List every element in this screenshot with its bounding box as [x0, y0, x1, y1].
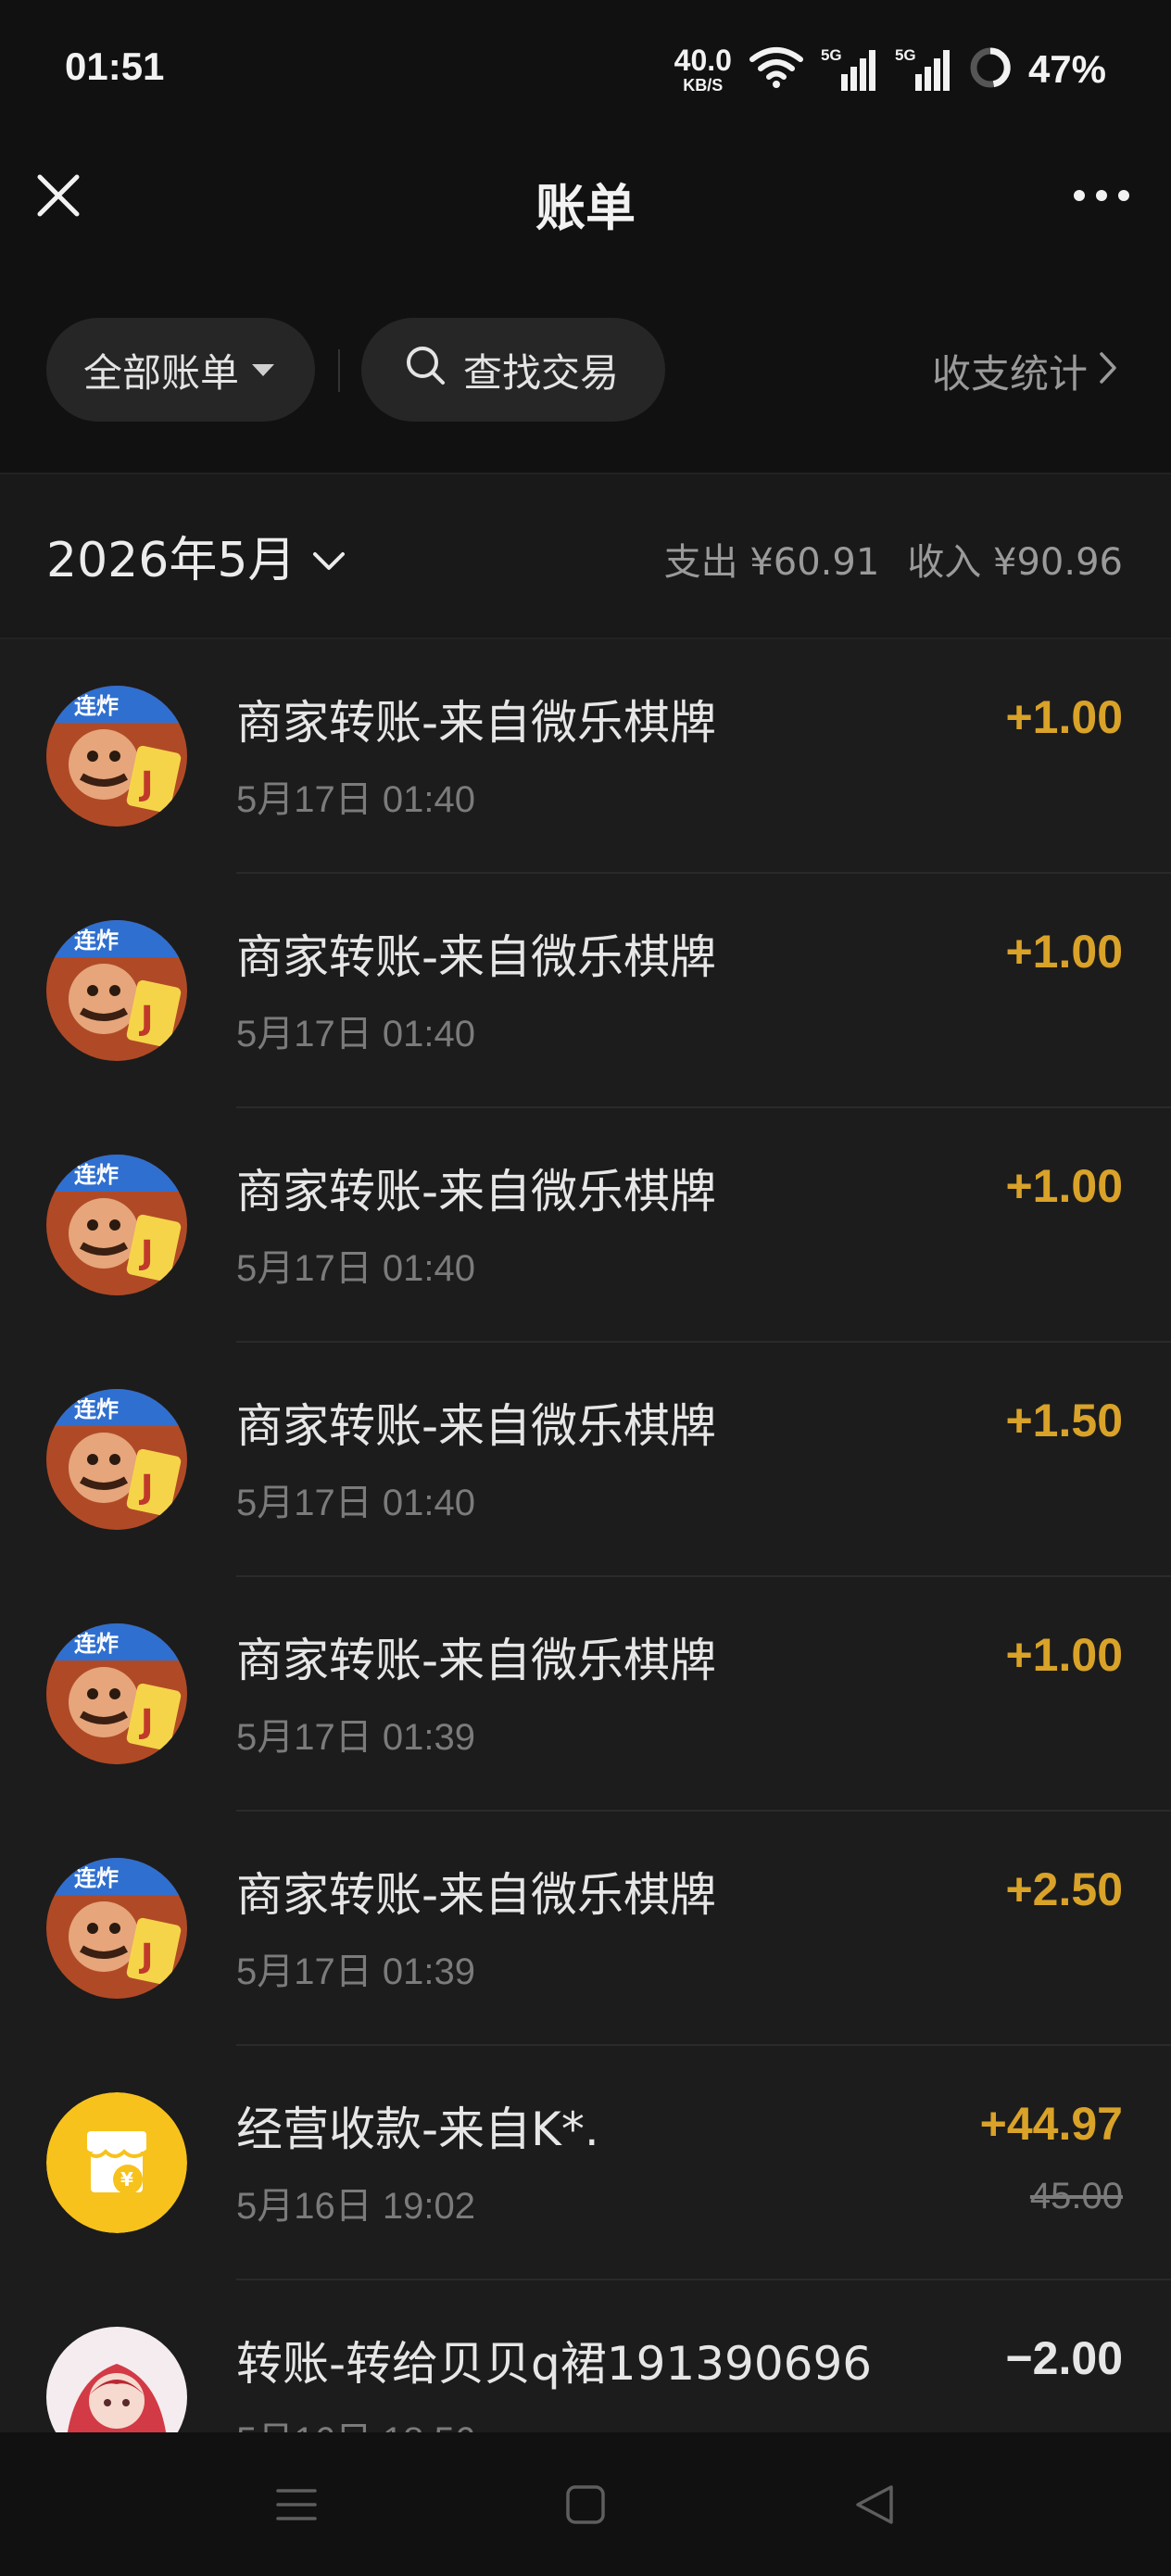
- user-avatar: [46, 2327, 187, 2432]
- transaction-row[interactable]: 连炸 J 商家转账-来自微乐棋牌 5月17日 01:39 +1.00: [0, 1577, 1171, 1812]
- game-avatar: 连炸 J: [46, 920, 187, 1061]
- status-time: 01:51: [65, 44, 165, 88]
- filter-divider: [338, 349, 340, 392]
- all-bills-label: 全部账单: [83, 349, 240, 396]
- game-avatar: 连炸 J: [46, 1623, 187, 1764]
- transaction-list: 连炸 J 商家转账-来自微乐棋牌 5月17日 01:40 +1.00 连炸 J …: [0, 639, 1171, 2432]
- wifi-icon: [749, 46, 804, 93]
- all-bills-filter[interactable]: 全部账单: [46, 318, 315, 422]
- svg-text:J: J: [138, 1469, 153, 1507]
- transaction-title: 商家转账-来自微乐棋牌: [236, 696, 717, 750]
- transaction-row[interactable]: 连炸 J 商家转账-来自微乐棋牌 5月17日 01:40 +1.50: [0, 1343, 1171, 1577]
- transaction-amount: +44.97: [979, 2098, 1123, 2150]
- transaction-row[interactable]: ¥ 经营收款-来自K*. 5月16日 19:02 +44.97 45.00: [0, 2046, 1171, 2280]
- svg-text:连炸: 连炸: [74, 1396, 119, 1422]
- battery-icon: [969, 46, 1012, 93]
- transaction-time: 5月17日 01:40: [236, 779, 475, 820]
- transaction-row[interactable]: 连炸 J 商家转账-来自微乐棋牌 5月17日 01:40 +1.00: [0, 1108, 1171, 1343]
- search-icon: [404, 344, 447, 396]
- network-speed-unit: KB/S: [683, 76, 724, 95]
- svg-text:J: J: [138, 765, 153, 803]
- status-icons: 40.0 KB/S 5G 5G 47%: [674, 37, 1106, 102]
- income-expense-stats-link[interactable]: 收支统计: [932, 343, 1117, 399]
- transaction-title: 经营收款-来自K*.: [236, 2102, 599, 2156]
- caret-down-icon: [252, 363, 275, 376]
- transaction-time: 5月16日 19:02: [236, 2186, 475, 2227]
- svg-text:连炸: 连炸: [74, 1631, 119, 1657]
- transaction-time: 5月17日 01:40: [236, 1248, 475, 1289]
- transaction-title: 商家转账-来自微乐棋牌: [236, 1165, 717, 1219]
- more-horizontal-icon: [1072, 188, 1131, 207]
- transaction-title: 商家转账-来自微乐棋牌: [236, 930, 717, 984]
- network-speed-value: 40.0: [674, 44, 732, 77]
- transaction-row[interactable]: 连炸 J 商家转账-来自微乐棋牌 5月17日 01:39 +2.50: [0, 1812, 1171, 2046]
- svg-text:J: J: [138, 1703, 153, 1741]
- game-avatar: 连炸 J: [46, 1155, 187, 1295]
- signal-icon-1: 5G: [821, 46, 878, 93]
- header: 账单: [0, 139, 1171, 264]
- status-bar: 01:51 40.0 KB/S 5G 5G 47%: [0, 0, 1171, 139]
- transaction-title: 转账-转给贝贝q裙191390696: [236, 2337, 873, 2391]
- transaction-amount: +1.50: [1005, 1395, 1123, 1446]
- home-button[interactable]: [548, 2469, 623, 2544]
- game-avatar: 连炸 J: [46, 686, 187, 827]
- transaction-time: 5月17日 01:39: [236, 1951, 475, 1992]
- income-summary: 收入 ¥90.96: [907, 541, 1123, 584]
- stats-label: 收支统计: [931, 351, 1088, 397]
- transaction-title: 商家转账-来自微乐棋牌: [236, 1634, 717, 1687]
- svg-text:连炸: 连炸: [74, 928, 119, 953]
- month-totals: 支出 ¥60.91 收入 ¥90.96: [664, 532, 1123, 586]
- menu-button[interactable]: [259, 2469, 334, 2544]
- transaction-amount: +1.00: [1005, 1629, 1123, 1681]
- transaction-time: 5月17日 01:39: [236, 1717, 475, 1758]
- transaction-row[interactable]: 连炸 J 商家转账-来自微乐棋牌 5月17日 01:40 +1.00: [0, 639, 1171, 874]
- transaction-row[interactable]: 连炸 J 商家转账-来自微乐棋牌 5月17日 01:40 +1.00: [0, 874, 1171, 1108]
- transaction-row[interactable]: 转账-转给贝贝q裙191390696 5月16日 18:56 −2.00: [0, 2280, 1171, 2432]
- chevron-right-icon: [1099, 348, 1117, 394]
- svg-text:连炸: 连炸: [74, 1865, 119, 1891]
- transaction-original-amount: 45.00: [1029, 2176, 1123, 2216]
- month-label: 2026年5月: [46, 533, 296, 588]
- game-avatar: 连炸 J: [46, 1858, 187, 1999]
- svg-text:¥: ¥: [120, 2168, 133, 2191]
- transaction-amount: −2.00: [1005, 2332, 1123, 2384]
- transaction-time: 5月16日 18:56: [236, 2410, 475, 2432]
- transaction-time: 5月17日 01:40: [236, 1014, 475, 1054]
- transaction-title: 商家转账-来自微乐棋牌: [236, 1399, 717, 1453]
- menu-icon: [275, 2486, 318, 2527]
- month-summary-bar: 2026年5月 支出 ¥60.91 收入 ¥90.96: [0, 473, 1171, 639]
- month-selector[interactable]: 2026年5月: [46, 521, 346, 590]
- signal-icon-2: 5G: [895, 46, 952, 93]
- transaction-amount: +1.00: [1005, 691, 1123, 743]
- game-avatar: 连炸 J: [46, 1389, 187, 1530]
- svg-text:J: J: [138, 1938, 153, 1976]
- transaction-amount: +1.00: [1005, 926, 1123, 978]
- more-button[interactable]: [1060, 167, 1143, 228]
- shop-icon: ¥: [46, 2092, 187, 2233]
- expense-summary: 支出 ¥60.91: [663, 541, 880, 584]
- filter-row: 全部账单 查找交易 收支统计: [0, 264, 1171, 473]
- system-nav-bar: [0, 2432, 1171, 2576]
- chevron-down-icon: [312, 528, 346, 584]
- transaction-time: 5月17日 01:40: [236, 1483, 475, 1523]
- transaction-amount: +1.00: [1005, 1160, 1123, 1212]
- back-triangle-icon: [854, 2483, 895, 2530]
- search-transactions-button[interactable]: 查找交易: [361, 318, 665, 422]
- back-button[interactable]: [837, 2469, 912, 2544]
- svg-text:连炸: 连炸: [74, 693, 119, 719]
- network-speed: 40.0 KB/S: [674, 45, 732, 94]
- svg-text:J: J: [138, 1000, 153, 1038]
- svg-text:J: J: [138, 1234, 153, 1272]
- battery-percent: 47%: [1027, 47, 1106, 91]
- search-label: 查找交易: [463, 349, 620, 396]
- transaction-title: 商家转账-来自微乐棋牌: [236, 1868, 717, 1922]
- transaction-amount: +2.50: [1005, 1863, 1123, 1915]
- page-title: 账单: [535, 179, 636, 237]
- home-square-icon: [565, 2484, 606, 2529]
- svg-text:连炸: 连炸: [74, 1162, 119, 1188]
